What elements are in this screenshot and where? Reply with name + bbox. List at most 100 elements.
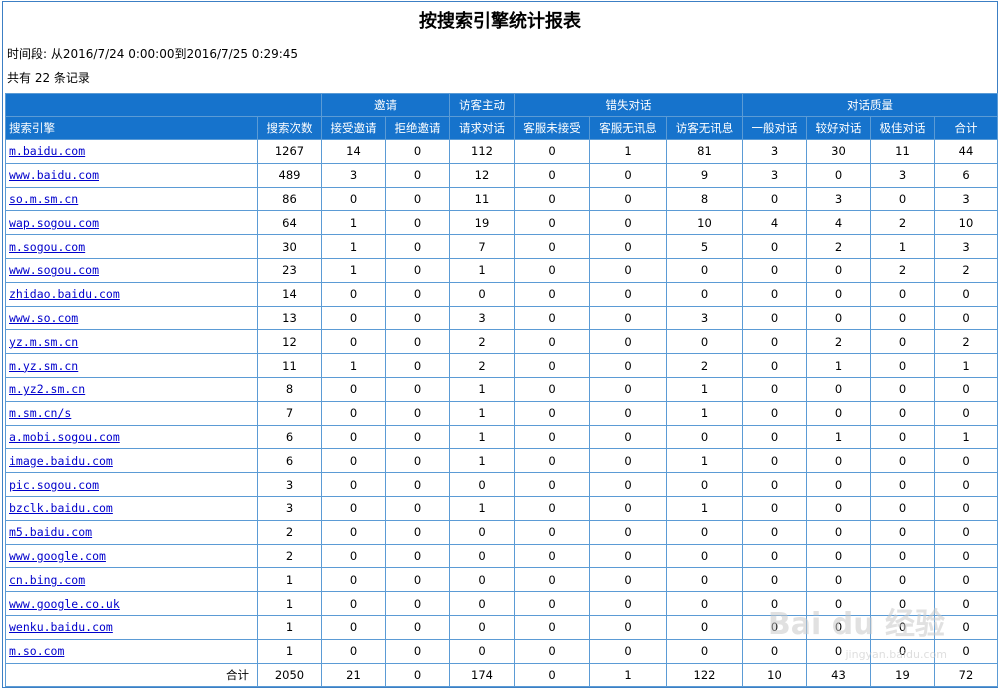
watermark-url: jingyan.baidu.com (845, 648, 947, 661)
search-engine-link[interactable]: m5.baidu.com (9, 525, 92, 539)
table-row: a.mobi.sogou.com 6 0 0 1 0 0 0 0 1 0 1 (5, 424, 998, 450)
table-cell: 6 (934, 162, 998, 188)
search-engine-link[interactable]: a.mobi.sogou.com (9, 430, 120, 444)
table-cell: 1 (257, 638, 322, 664)
total-cell: 19 (870, 662, 935, 688)
search-engine-link[interactable]: m.sogou.com (9, 240, 85, 254)
table-cell: 2 (257, 543, 322, 569)
table-cell: 0 (321, 448, 386, 474)
table-cell: 14 (257, 281, 322, 307)
time-period: 时间段: 从2016/7/24 0:00:00到2016/7/25 0:29:4… (7, 47, 299, 61)
total-cell: 2050 (257, 662, 322, 688)
table-cell: 0 (514, 567, 590, 593)
search-engine-cell: wenku.baidu.com (5, 614, 258, 640)
search-engine-cell: wap.sogou.com (5, 210, 258, 236)
table-cell: 0 (589, 495, 667, 521)
table-cell: 0 (321, 424, 386, 450)
table-cell: 0 (742, 472, 807, 497)
table-cell: 1 (449, 424, 515, 450)
search-engine-link[interactable]: yz.m.sm.cn (9, 335, 78, 349)
table-cell: 0 (385, 305, 450, 331)
table-row: zhidao.baidu.com 14 0 0 0 0 0 0 0 0 0 0 (5, 281, 998, 307)
table-cell: 0 (666, 329, 743, 355)
search-engine-cell: yz.m.sm.cn (5, 329, 258, 355)
table-cell: 0 (321, 591, 386, 616)
search-engine-link[interactable]: www.google.co.uk (9, 597, 120, 611)
table-cell: 0 (666, 519, 743, 545)
table-cell: 1 (934, 353, 998, 378)
report-page: 按搜索引擎统计报表 时间段: 从2016/7/24 0:00:00到2016/7… (2, 1, 998, 688)
search-engine-link[interactable]: m.yz.sm.cn (9, 359, 78, 373)
table-cell: 1 (666, 376, 743, 402)
table-cell: 2 (666, 353, 743, 378)
table-cell: 0 (870, 186, 935, 212)
table-row: wap.sogou.com 64 1 0 19 0 0 10 4 4 2 10 (5, 210, 998, 236)
table-cell: 0 (934, 400, 998, 426)
search-engine-link[interactable]: m.yz2.sm.cn (9, 382, 85, 396)
table-cell: 19 (449, 210, 515, 236)
column-header: 接受邀请 (321, 116, 386, 140)
table-cell: 1 (934, 424, 998, 450)
table-cell: 0 (385, 162, 450, 188)
table-cell: 7 (449, 234, 515, 259)
table-cell: 0 (385, 472, 450, 497)
search-engine-link[interactable]: www.google.com (9, 549, 106, 563)
table-cell: 0 (934, 567, 998, 593)
search-engine-link[interactable]: wap.sogou.com (9, 216, 99, 230)
table-cell: 0 (449, 591, 515, 616)
table-cell: 3 (257, 472, 322, 497)
table-cell: 0 (514, 495, 590, 521)
table-row: www.sogou.com 23 1 0 1 0 0 0 0 0 2 2 (5, 257, 998, 283)
record-count: 共有 22 条记录 (7, 71, 90, 85)
table-cell: 0 (806, 281, 871, 307)
table-cell: 0 (870, 376, 935, 402)
table-cell: 81 (666, 139, 743, 164)
table-cell: 0 (385, 186, 450, 212)
search-engine-cell: a.mobi.sogou.com (5, 424, 258, 450)
group-header-visitor: 访客主动 (449, 93, 515, 117)
column-header: 极佳对话 (870, 116, 935, 140)
search-engine-link[interactable]: zhidao.baidu.com (9, 287, 120, 301)
search-engine-link[interactable]: www.so.com (9, 311, 78, 325)
search-engine-link[interactable]: cn.bing.com (9, 573, 85, 587)
table-cell: 0 (589, 329, 667, 355)
table-cell: 0 (321, 329, 386, 355)
search-engine-link[interactable]: m.baidu.com (9, 144, 85, 158)
table-cell: 2 (449, 329, 515, 355)
table-cell: 0 (321, 281, 386, 307)
search-engine-link[interactable]: pic.sogou.com (9, 478, 99, 492)
search-engine-link[interactable]: bzclk.baidu.com (9, 501, 113, 515)
table-cell: 3 (934, 234, 998, 259)
table-cell: 6 (257, 424, 322, 450)
table-cell: 0 (589, 638, 667, 664)
table-cell: 0 (870, 353, 935, 378)
table-row: image.baidu.com 6 0 0 1 0 0 1 0 0 0 0 (5, 448, 998, 474)
table-cell: 0 (589, 210, 667, 236)
search-engine-link[interactable]: so.m.sm.cn (9, 192, 78, 206)
table-cell: 0 (449, 543, 515, 569)
column-header: 请求对话 (449, 116, 515, 140)
table-cell: 0 (870, 448, 935, 474)
table-cell: 0 (514, 234, 590, 259)
search-engine-link[interactable]: wenku.baidu.com (9, 620, 113, 634)
table-cell: 0 (514, 257, 590, 283)
search-engine-link[interactable]: www.baidu.com (9, 168, 99, 182)
table-cell: 0 (385, 257, 450, 283)
table-cell: 0 (514, 353, 590, 378)
search-engine-link[interactable]: www.sogou.com (9, 263, 99, 277)
table-cell: 2 (870, 257, 935, 283)
table-cell: 0 (589, 234, 667, 259)
table-cell: 0 (589, 162, 667, 188)
search-engine-link[interactable]: m.sm.cn/s (9, 406, 71, 420)
table-cell: 0 (870, 281, 935, 307)
table-cell: 0 (514, 519, 590, 545)
table-cell: 3 (742, 162, 807, 188)
table-cell: 2 (934, 257, 998, 283)
table-cell: 0 (870, 567, 935, 593)
search-engine-link[interactable]: m.so.com (9, 644, 64, 658)
table-cell: 0 (806, 519, 871, 545)
table-cell: 0 (449, 472, 515, 497)
table-cell: 0 (870, 472, 935, 497)
table-cell: 0 (385, 543, 450, 569)
search-engine-link[interactable]: image.baidu.com (9, 454, 113, 468)
